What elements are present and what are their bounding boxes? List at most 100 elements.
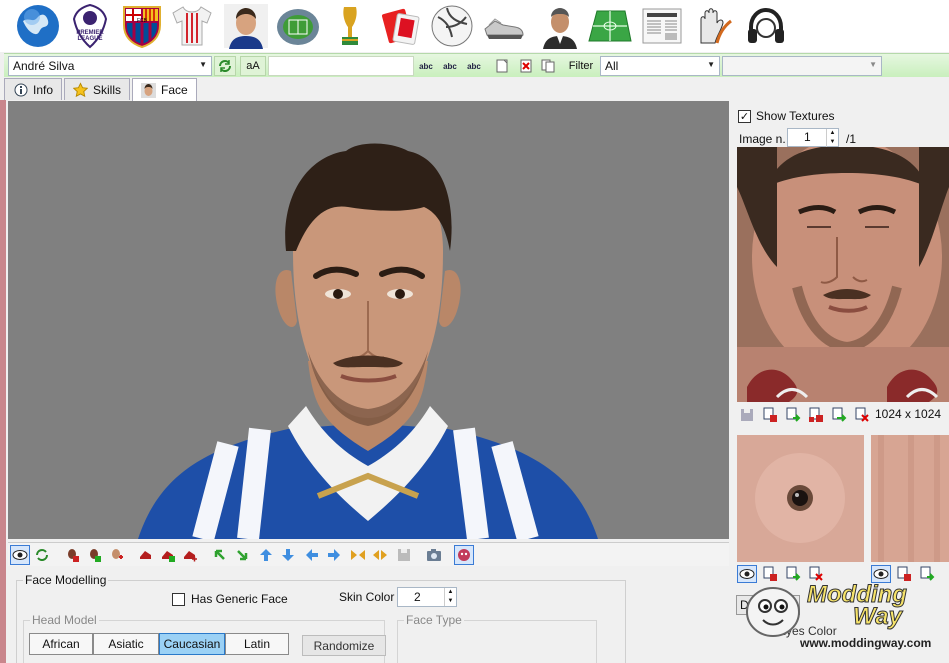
find-abc-button[interactable]: abc (416, 57, 436, 75)
new-button[interactable] (492, 57, 512, 75)
image-n-value: 1 (804, 130, 811, 144)
head-model-african-button[interactable]: African (29, 633, 93, 655)
arrow-up-left-icon[interactable] (210, 545, 230, 565)
pitch-icon[interactable] (586, 2, 634, 50)
star-icon (73, 81, 89, 97)
face-texture-image (737, 147, 949, 402)
premier-league-icon[interactable]: PREMIER LEAGUE (66, 2, 114, 50)
trophy-icon[interactable] (326, 2, 374, 50)
logo-text-2: Way (853, 603, 904, 630)
tab-face[interactable]: Face (132, 78, 197, 101)
face-texture-preview[interactable] (737, 147, 949, 402)
has-generic-face-checkbox[interactable] (172, 592, 185, 606)
player-select[interactable]: André Silva ▼ (8, 56, 212, 76)
new-doc-icon (496, 59, 508, 73)
tab-info-label: Info (33, 82, 54, 97)
arrow-down-right-icon[interactable] (232, 545, 252, 565)
save-texture-icon[interactable] (737, 406, 757, 424)
face-3d-viewport[interactable] (8, 101, 729, 539)
player-head-render (138, 143, 598, 539)
referee-card-icon[interactable] (378, 2, 426, 50)
boot-red-icon[interactable] (136, 545, 156, 565)
arrow-right-icon[interactable] (324, 545, 344, 565)
spinner-arrows-icon[interactable]: ▲ ▼ (826, 129, 838, 147)
texture-size-label: 1024 x 1024 (875, 407, 942, 421)
eye-texture-image (737, 435, 864, 562)
show-textures-checkbox[interactable] (738, 109, 751, 123)
head-green-icon[interactable] (84, 545, 104, 565)
left-accent-bar (0, 100, 6, 663)
has-generic-face-label: Has Generic Face (191, 592, 288, 606)
skin-color-value: 2 (414, 590, 421, 604)
head-model-group: Head Model African Asiatic Caucasian Lat… (23, 613, 386, 663)
delete-button[interactable] (516, 57, 536, 75)
head-add-icon[interactable] (106, 545, 126, 565)
import-texture-green-icon[interactable] (783, 406, 803, 424)
eye-toggle-icon[interactable] (10, 545, 30, 565)
manager-icon[interactable] (536, 2, 584, 50)
refresh-button[interactable] (214, 56, 236, 76)
case-toggle-button[interactable]: aA (240, 56, 266, 76)
chevron-down-icon: ▼ (707, 60, 715, 69)
search-input[interactable] (268, 56, 414, 76)
camera-icon[interactable] (424, 545, 444, 565)
arrow-down-icon[interactable] (278, 545, 298, 565)
club-crest-icon[interactable]: FCB (118, 2, 166, 50)
boots-icon[interactable] (480, 2, 528, 50)
boot-add-icon[interactable] (180, 545, 200, 565)
filter-label: Filter (568, 60, 594, 72)
arrow-up-icon[interactable] (256, 545, 276, 565)
export-red-icon[interactable] (806, 406, 826, 424)
copy-icon (541, 59, 555, 73)
delete-texture-icon[interactable] (852, 406, 872, 424)
head-model-title: Head Model (30, 613, 99, 627)
tab-info[interactable]: Info (4, 78, 63, 100)
image-n-spinner[interactable]: 1 ▲ ▼ (787, 128, 839, 147)
tab-bar: Info Skills Face (4, 78, 199, 101)
headphones-icon[interactable] (742, 2, 790, 50)
globe-icon[interactable] (14, 2, 62, 50)
save-disabled-icon[interactable] (394, 545, 414, 565)
head-mask-icon[interactable] (454, 545, 474, 565)
import-texture-red-icon[interactable] (760, 406, 780, 424)
skin-color-spinner[interactable]: 2 ▲ ▼ (397, 587, 457, 607)
head-model-asiatic-button[interactable]: Asiatic (93, 633, 159, 655)
face-modelling-title: Face Modelling (23, 573, 109, 587)
extra-filter-select[interactable]: ▼ (722, 56, 882, 76)
tab-skills-label: Skills (93, 82, 122, 97)
refresh-view-icon[interactable] (32, 545, 52, 565)
main-toolbar: PREMIER LEAGUE FCB (0, 0, 949, 52)
gloves-icon[interactable] (690, 2, 738, 50)
expand-icon[interactable] (370, 545, 390, 565)
face-modelling-group: Face Modelling Has Generic Face Skin Col… (16, 573, 626, 663)
kit-icon[interactable] (168, 2, 216, 50)
find-abc-next-button[interactable]: abc (440, 57, 460, 75)
show-textures-label: Show Textures (756, 109, 835, 123)
randomize-button[interactable]: Randomize (302, 635, 386, 656)
ball-icon[interactable] (428, 2, 476, 50)
arrow-left-icon[interactable] (302, 545, 322, 565)
filter-select[interactable]: All ▼ (600, 56, 720, 76)
crest-text: FCB (137, 18, 148, 24)
chevron-down-icon: ▼ (199, 60, 207, 69)
eye-texture-preview[interactable] (737, 435, 864, 562)
skin-texture-preview[interactable] (871, 435, 949, 562)
abc-label-1: abc (419, 61, 433, 71)
spinner-arrows-icon[interactable]: ▲ ▼ (444, 588, 456, 606)
shrink-icon[interactable] (348, 545, 368, 565)
search-toolbar: André Silva ▼ aA abc abc abc Filter All … (4, 53, 949, 77)
newspaper-icon[interactable] (638, 2, 686, 50)
stadium-icon[interactable] (274, 2, 322, 50)
export-green-icon[interactable] (829, 406, 849, 424)
boot-green-icon[interactable] (158, 545, 178, 565)
image-n-label: Image n. (739, 132, 786, 146)
skin-texture-image (871, 435, 949, 562)
player-icon[interactable] (222, 2, 270, 50)
head-model-caucasian-button[interactable]: Caucasian (159, 633, 225, 655)
view-toolbar (8, 542, 729, 566)
head-red-icon[interactable] (62, 545, 82, 565)
head-model-latin-button[interactable]: Latin (225, 633, 289, 655)
tab-skills[interactable]: Skills (64, 78, 131, 100)
copy-button[interactable] (538, 57, 558, 75)
find-abc-prev-button[interactable]: abc (464, 57, 484, 75)
